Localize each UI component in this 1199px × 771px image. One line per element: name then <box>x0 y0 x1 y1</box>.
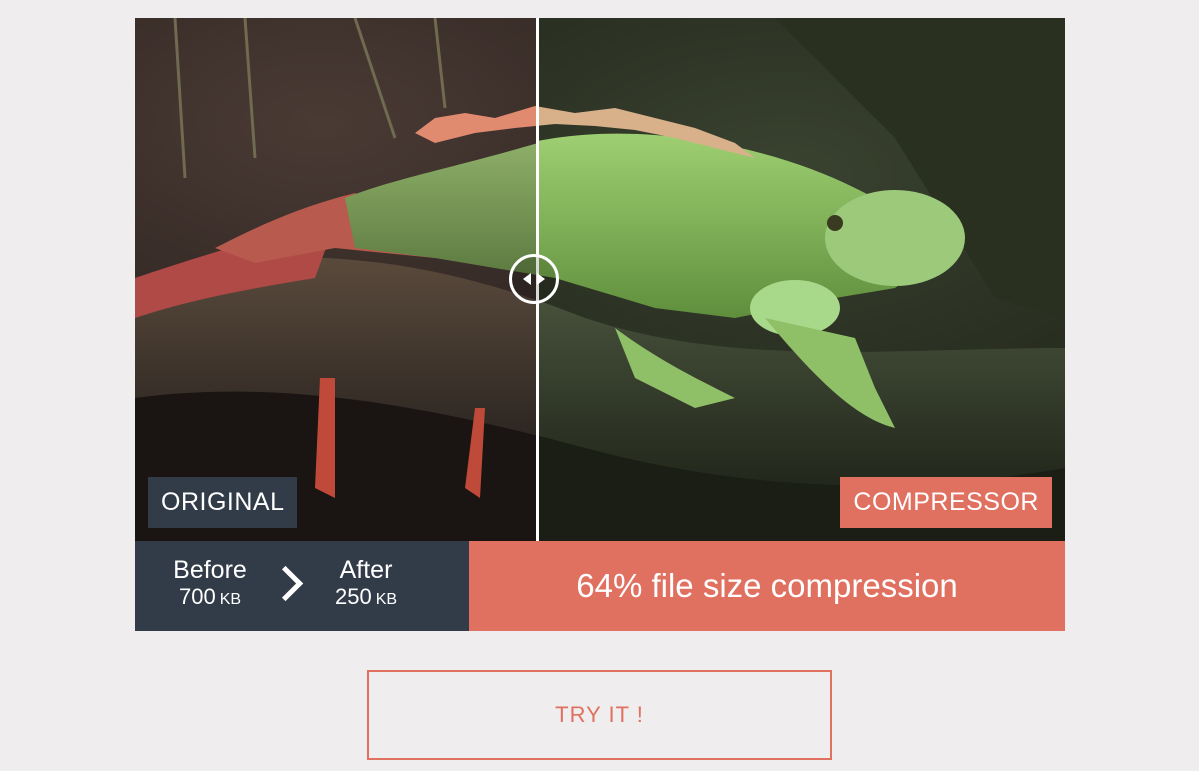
slider-handle[interactable] <box>509 254 559 304</box>
after-size: 250 KB <box>311 584 421 613</box>
after-label: After <box>339 556 393 584</box>
before-size: 700 KB <box>155 584 265 613</box>
image-comparison: ORIGINAL COMPRESSOR <box>135 18 1065 541</box>
before-size-value: 700 <box>178 584 216 609</box>
after-size-value: 250 <box>334 584 372 609</box>
after-size-unit: KB <box>375 591 398 608</box>
try-it-button[interactable]: TRY IT ! <box>367 670 832 760</box>
compression-summary: 64% file size compression <box>469 541 1065 631</box>
after-stat: After 250 KB <box>311 556 421 613</box>
before-after-panel: Before 700 KB After 250 KB <box>135 541 469 631</box>
before-label: Before <box>173 556 247 584</box>
chevron-right-icon <box>267 565 304 602</box>
arrow-right-icon <box>537 273 545 285</box>
before-stat: Before 700 KB <box>155 556 265 613</box>
before-size-unit: KB <box>219 591 242 608</box>
arrow-left-icon <box>523 273 531 285</box>
stats-bar: Before 700 KB After 250 KB 64% file size c… <box>135 541 1065 631</box>
compressor-label: COMPRESSOR <box>840 477 1052 528</box>
original-image <box>135 18 538 541</box>
original-label: ORIGINAL <box>148 477 298 528</box>
